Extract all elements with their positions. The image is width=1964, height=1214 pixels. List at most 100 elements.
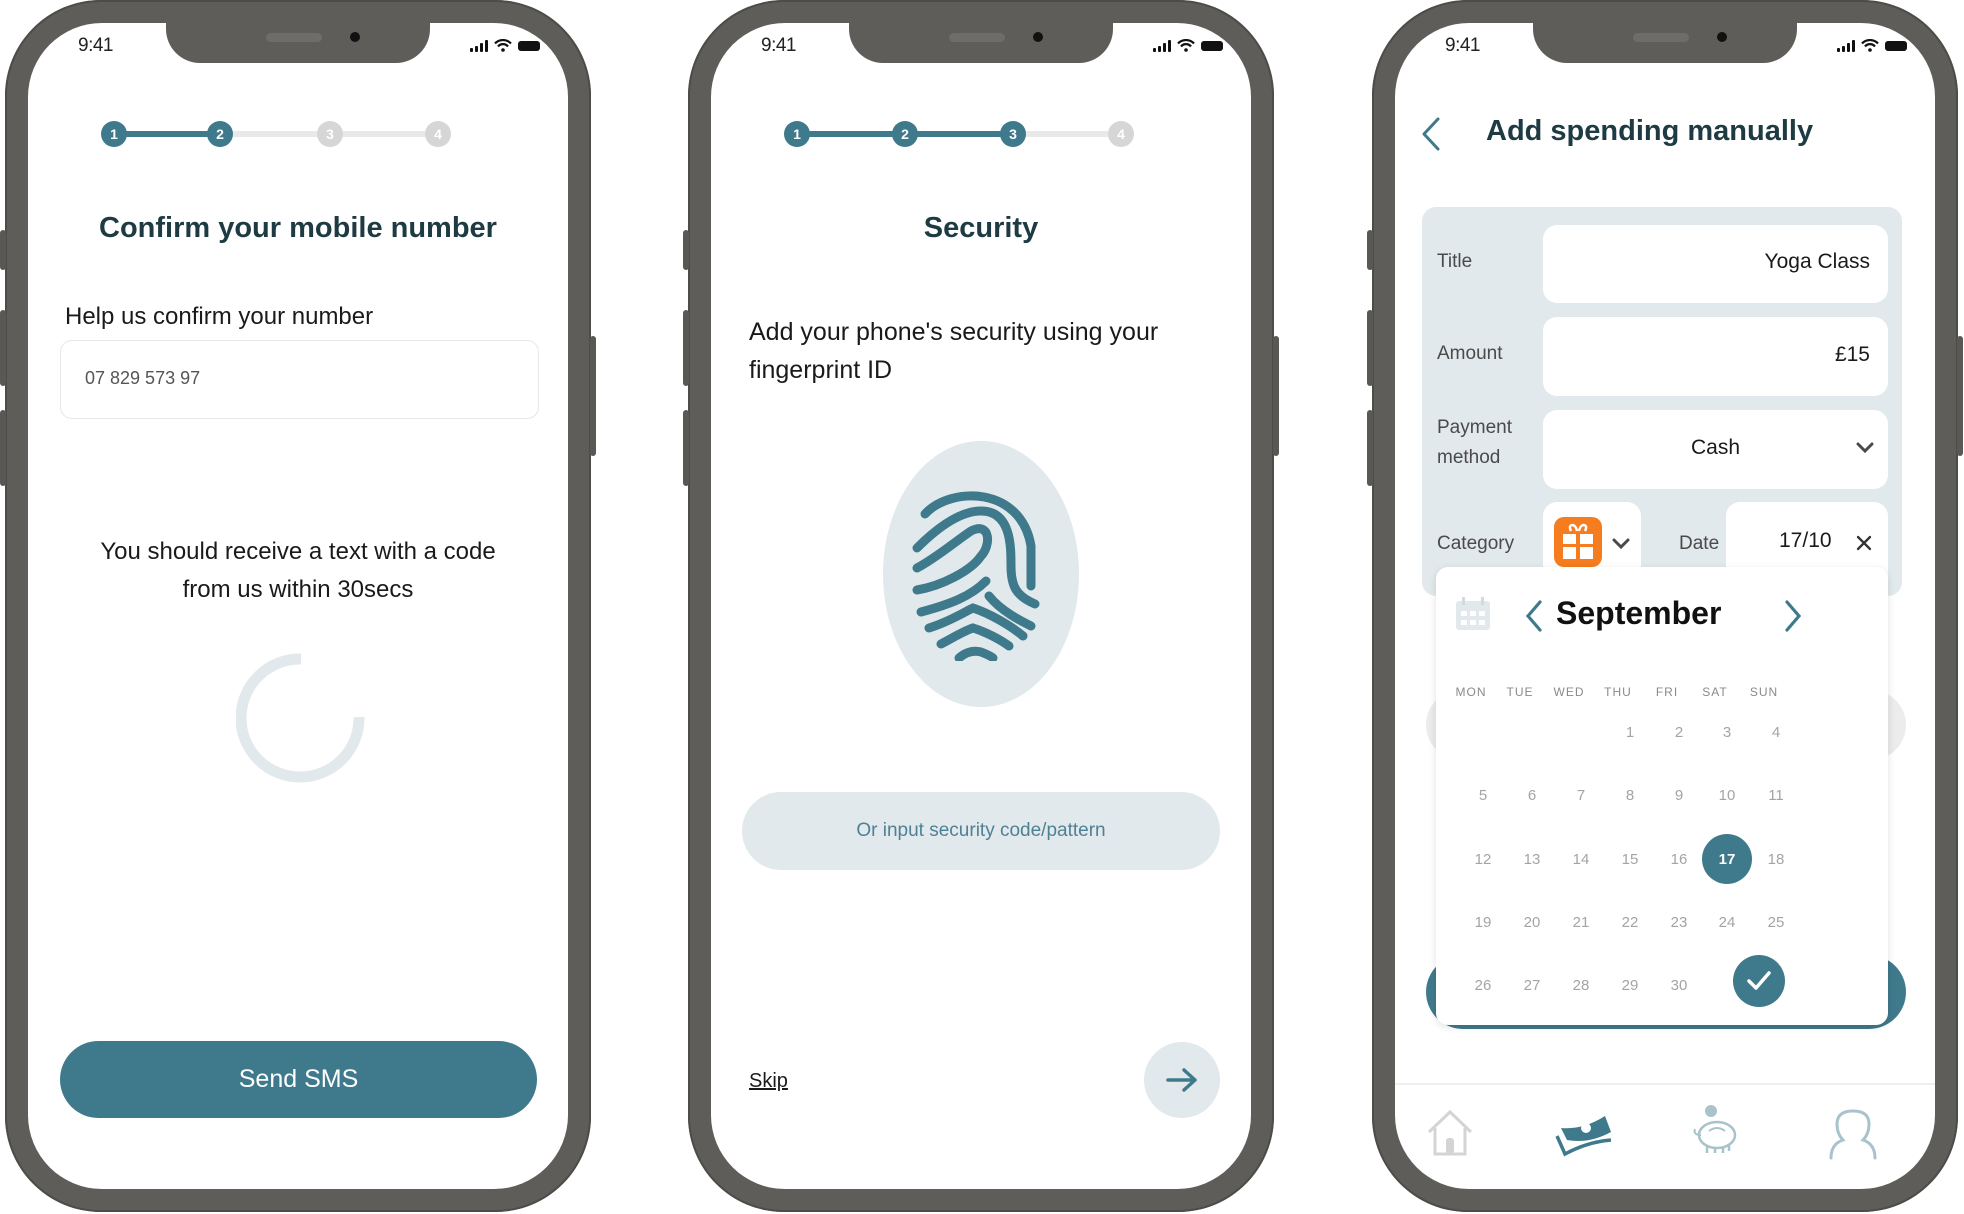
info-text-line-2: from us within 30secs <box>182 576 414 603</box>
calendar-day[interactable]: 9 <box>1654 770 1704 820</box>
amount-input[interactable]: £15 <box>1543 317 1888 396</box>
calendar-day[interactable]: 19 <box>1458 897 1508 947</box>
nav-spending[interactable] <box>1555 1108 1615 1163</box>
calendar-day[interactable]: 25 <box>1751 897 1801 947</box>
nav-divider <box>1395 1083 1935 1085</box>
calendar-day[interactable]: 30 <box>1654 960 1704 1010</box>
calendar-icon <box>1456 597 1490 630</box>
info-text: You should receive a text with a code fr… <box>28 533 568 609</box>
calendar-day[interactable]: 22 <box>1605 897 1655 947</box>
calendar-day[interactable]: 15 <box>1605 834 1655 884</box>
signal-icon <box>1837 39 1855 52</box>
confirm-date-button[interactable] <box>1713 957 1763 1007</box>
calendar-day[interactable]: 8 <box>1605 770 1655 820</box>
signal-icon <box>1153 39 1171 52</box>
battery-icon <box>1885 40 1907 51</box>
payment-label-line-2: method <box>1437 447 1501 468</box>
stepper-line-done <box>114 131 220 137</box>
calendar-day[interactable]: 26 <box>1458 960 1508 1010</box>
stepper-step-3: 3 <box>317 121 343 147</box>
calendar-day[interactable]: 29 <box>1605 960 1655 1010</box>
send-sms-button[interactable]: Send SMS <box>60 1041 537 1118</box>
stepper-step-3: 3 <box>1000 121 1026 147</box>
screen-security: 9:41 1 2 3 4 Security Add your phone's s… <box>711 23 1251 1189</box>
payment-method-value: Cash <box>1690 436 1741 459</box>
side-button <box>1367 410 1373 486</box>
status-icons <box>1837 39 1907 52</box>
side-button <box>1367 230 1373 270</box>
amount-value: £15 <box>1834 343 1870 366</box>
category-label: Category <box>1437 533 1515 554</box>
calendar-day[interactable]: 16 <box>1654 834 1704 884</box>
chevron-down-icon <box>1612 538 1630 550</box>
home-icon <box>1427 1109 1473 1156</box>
calendar-day[interactable]: 27 <box>1507 960 1557 1010</box>
prev-month-icon[interactable] <box>1524 599 1544 633</box>
wifi-icon <box>494 39 512 52</box>
calendar-popup: September MON TUE WED THU FRI SAT SUN 12345678… <box>1436 567 1888 1025</box>
stepper-step-1: 1 <box>784 121 810 147</box>
gift-icon <box>1554 517 1602 567</box>
description-line-1: Add your phone's security using your <box>749 318 1159 346</box>
calendar-day[interactable]: 1 <box>1605 707 1655 757</box>
calendar-day[interactable]: 23 <box>1654 897 1704 947</box>
phone-frame-3: 9:41 Add spending manually Title Yoga Cl… <box>1367 0 1963 1212</box>
calendar-day[interactable]: 5 <box>1458 770 1508 820</box>
stepper-step-2: 2 <box>892 121 918 147</box>
phone-frame-1: 9:41 1 2 3 4 Confirm your mobile number … <box>0 0 596 1212</box>
payment-method-label: Payment method <box>1437 413 1512 473</box>
calendar-day[interactable]: 13 <box>1507 834 1557 884</box>
stepper-step-2: 2 <box>207 121 233 147</box>
back-chevron-icon[interactable] <box>1419 116 1443 152</box>
calendar-day[interactable]: 10 <box>1702 770 1752 820</box>
nav-home[interactable] <box>1425 1108 1475 1163</box>
security-code-button[interactable]: Or input security code/pattern <box>742 792 1220 870</box>
calendar-day[interactable]: 21 <box>1556 897 1606 947</box>
skip-link[interactable]: Skip <box>749 1070 788 1093</box>
calendar-day[interactable]: 11 <box>1751 770 1801 820</box>
calendar-day[interactable]: 18 <box>1751 834 1801 884</box>
nav-savings[interactable] <box>1687 1103 1743 1164</box>
calendar-day[interactable]: 14 <box>1556 834 1606 884</box>
battery-icon <box>1201 40 1223 51</box>
payment-method-select[interactable]: Cash <box>1543 410 1888 489</box>
calendar-day[interactable]: 2 <box>1654 707 1704 757</box>
status-time: 9:41 <box>78 35 113 56</box>
stepper-step-4: 4 <box>425 121 451 147</box>
fingerprint-icon <box>912 491 1040 661</box>
calendar-day[interactable]: 6 <box>1507 770 1557 820</box>
calendar-day[interactable]: 7 <box>1556 770 1606 820</box>
phone-number-input[interactable]: 07 829 573 97 <box>60 340 539 419</box>
payment-label-line-1: Payment <box>1437 417 1512 438</box>
title-input[interactable]: Yoga Class <box>1543 225 1888 303</box>
arrow-right-icon <box>1166 1068 1197 1092</box>
next-month-icon[interactable] <box>1783 599 1803 633</box>
nav-profile[interactable] <box>1827 1108 1879 1165</box>
calendar-day-selected[interactable]: 17 <box>1702 834 1752 884</box>
calendar-day[interactable]: 24 <box>1702 897 1752 947</box>
calendar-day[interactable]: 4 <box>1751 707 1801 757</box>
calendar-day[interactable]: 12 <box>1458 834 1508 884</box>
calendar-day[interactable]: 28 <box>1556 960 1606 1010</box>
title-value: Yoga Class <box>1764 250 1870 273</box>
piggy-bank-icon <box>1693 1105 1737 1153</box>
stepper-step-1: 1 <box>101 121 127 147</box>
notch <box>166 23 430 63</box>
side-button <box>0 230 6 270</box>
side-button <box>1273 336 1279 456</box>
calendar-day[interactable]: 20 <box>1507 897 1557 947</box>
status-icons <box>470 39 540 52</box>
amount-label: Amount <box>1437 343 1503 364</box>
fingerprint-button[interactable] <box>883 441 1079 707</box>
side-button <box>590 336 596 456</box>
battery-icon <box>518 40 540 51</box>
next-button[interactable] <box>1144 1042 1220 1118</box>
clear-date-icon[interactable] <box>1856 535 1872 551</box>
phone-frame-2: 9:41 1 2 3 4 Security Add your phone's s… <box>683 0 1279 1212</box>
calendar-month: September <box>1556 595 1722 631</box>
calendar-day[interactable]: 3 <box>1702 707 1752 757</box>
field-label: Help us confirm your number <box>65 303 374 330</box>
stepper-step-4: 4 <box>1108 121 1134 147</box>
side-button <box>683 310 689 386</box>
notch <box>1533 23 1797 63</box>
